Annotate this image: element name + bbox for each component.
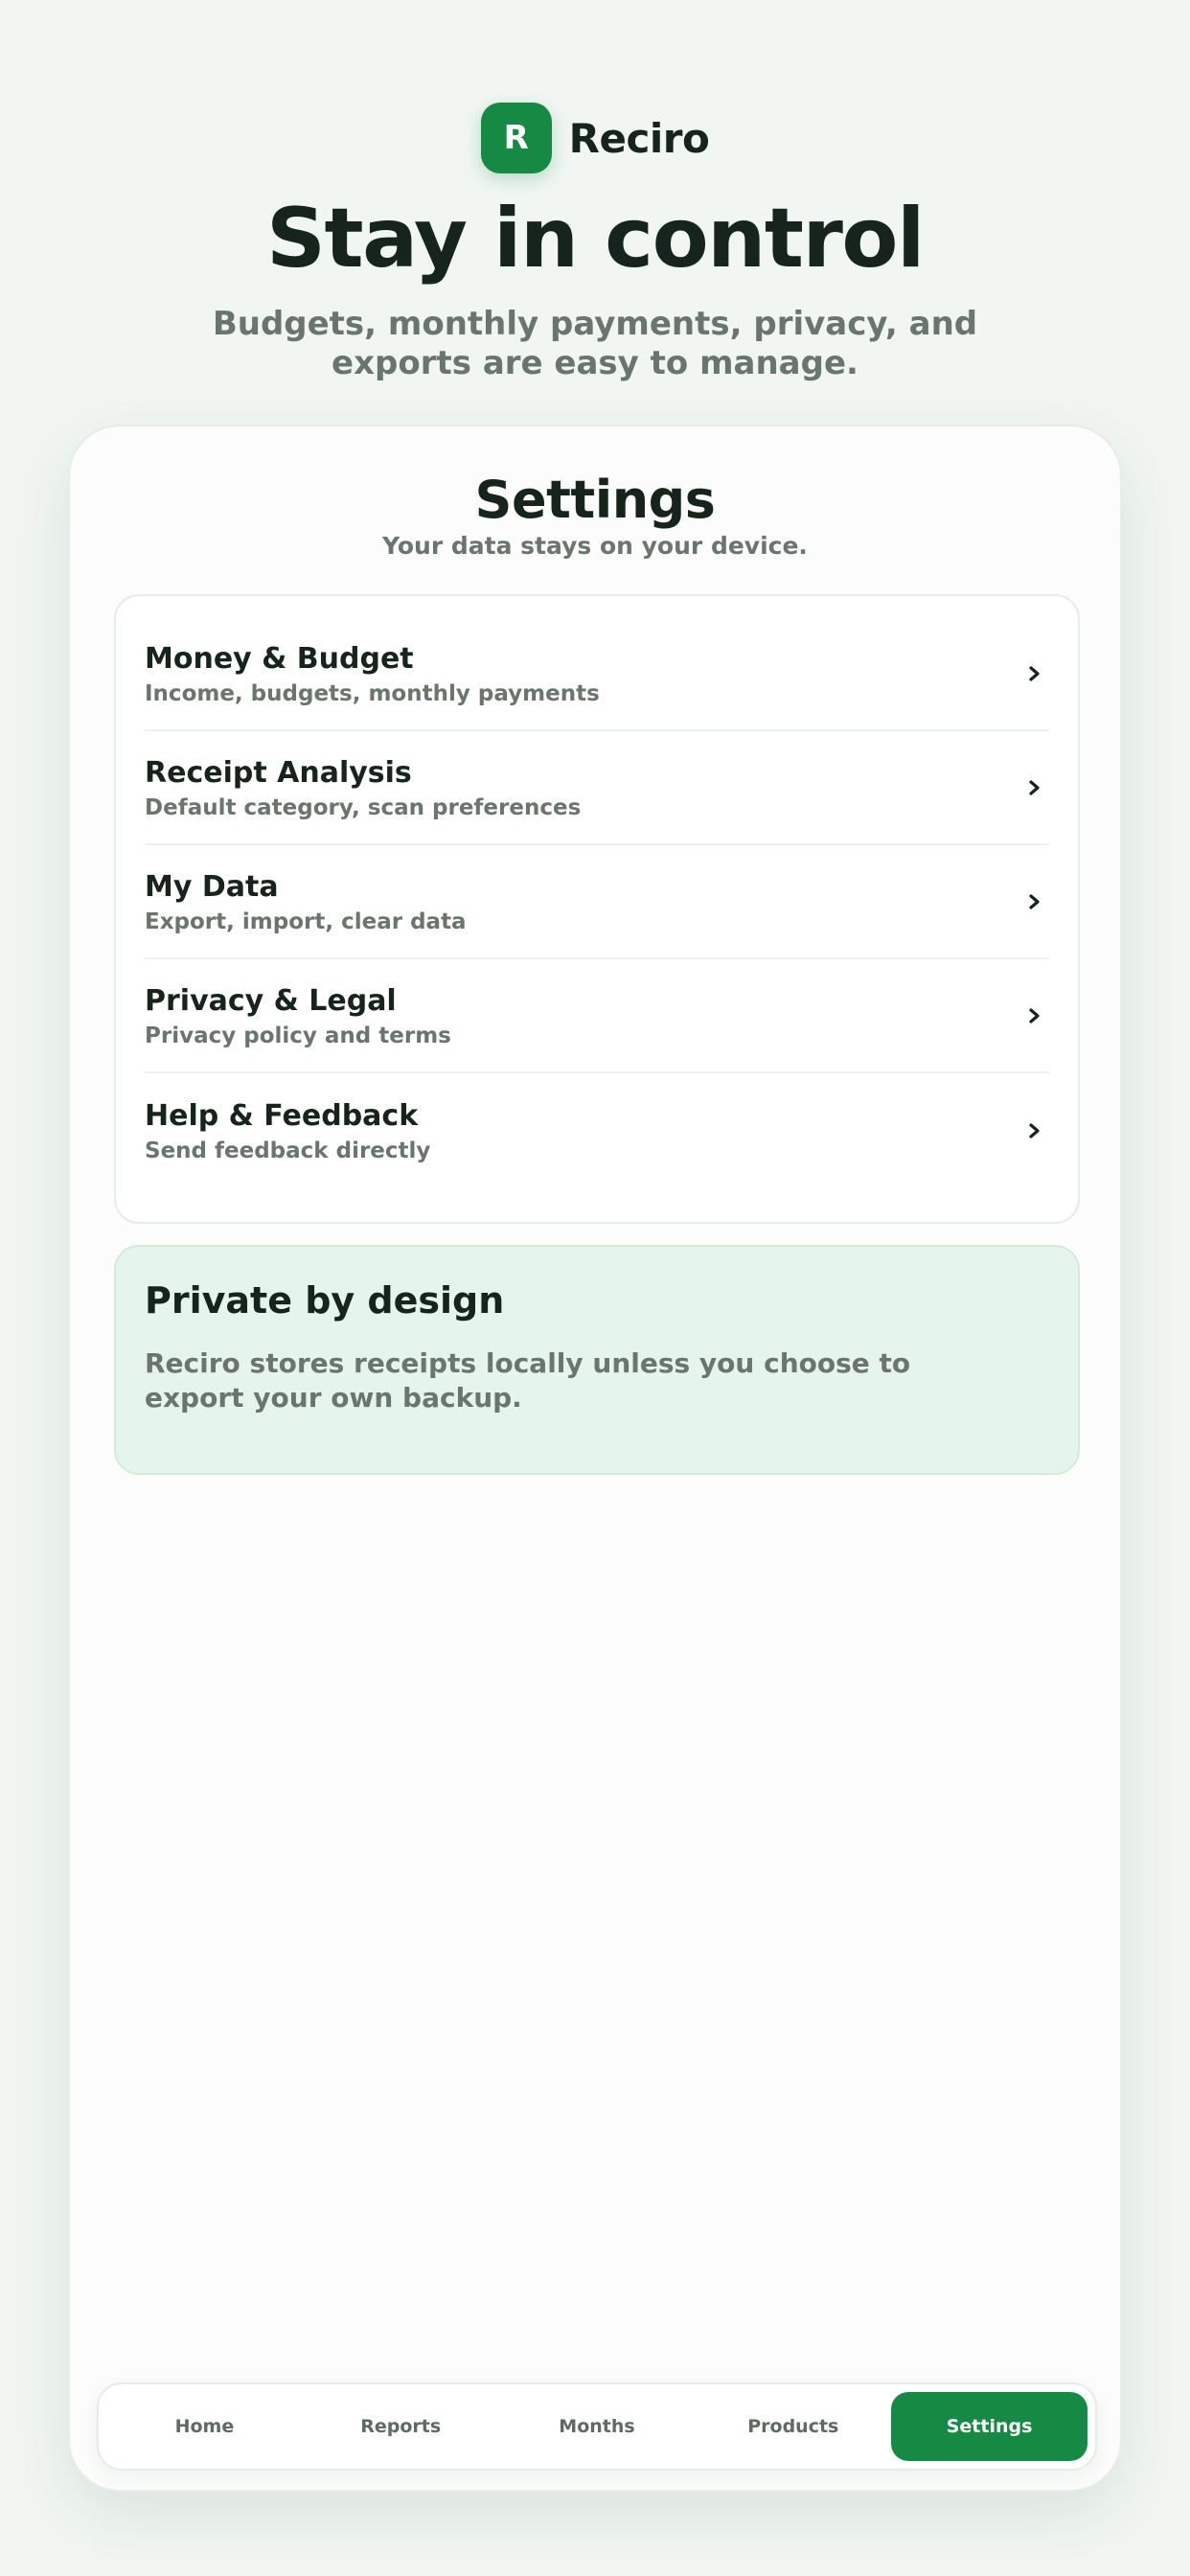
nav-item-reports[interactable]: Reports [303, 2392, 499, 2461]
private-by-design-panel: Private by design Reciro stores receipts… [114, 1245, 1080, 1475]
page-title: Settings [474, 470, 716, 530]
chevron-right-icon [1024, 1120, 1045, 1141]
settings-item-description: Export, import, clear data [145, 909, 467, 934]
settings-item-description: Income, budgets, monthly payments [145, 681, 600, 706]
settings-item-privacy-legal[interactable]: Privacy & Legal Privacy policy and terms [145, 959, 1049, 1073]
settings-item-title: Money & Budget [145, 642, 414, 676]
bottom-nav: Home Reports Months Products Settings [97, 2382, 1097, 2471]
page-subtitle: Your data stays on your device. [382, 532, 808, 560]
private-panel-title: Private by design [145, 1279, 505, 1322]
settings-item-my-data[interactable]: My Data Export, import, clear data [145, 845, 1049, 959]
nav-item-products[interactable]: Products [695, 2392, 891, 2461]
chevron-right-icon [1024, 777, 1045, 798]
app-logo: R [480, 103, 552, 173]
settings-item-description: Send feedback directly [145, 1138, 431, 1163]
nav-item-home[interactable]: Home [106, 2392, 303, 2461]
private-panel-text: Reciro stores receipts locally unless yo… [145, 1347, 911, 1414]
app-name: Reciro [568, 114, 710, 162]
nav-item-months[interactable]: Months [499, 2392, 696, 2461]
settings-item-title: Help & Feedback [145, 1099, 419, 1133]
settings-item-money-budget[interactable]: Money & Budget Income, budgets, monthly … [145, 617, 1049, 731]
settings-list: Money & Budget Income, budgets, monthly … [114, 594, 1080, 1224]
settings-item-title: My Data [145, 870, 279, 904]
phone-screen: Settings Your data stays on your device.… [68, 425, 1122, 2492]
brand-header: R Reciro [0, 103, 1190, 173]
hero-subtitle: Budgets, monthly payments, privacy, and … [212, 305, 978, 383]
nav-item-settings[interactable]: Settings [891, 2392, 1087, 2461]
settings-item-description: Default category, scan preferences [145, 795, 582, 820]
hero-title: Stay in control [266, 191, 925, 287]
settings-item-title: Privacy & Legal [145, 984, 397, 1018]
chevron-right-icon [1024, 663, 1045, 684]
chevron-right-icon [1024, 891, 1045, 912]
settings-item-title: Receipt Analysis [145, 756, 412, 790]
page: R Reciro Stay in control Budgets, monthl… [0, 0, 1190, 2576]
settings-item-help-feedback[interactable]: Help & Feedback Send feedback directly [145, 1073, 1049, 1187]
settings-item-receipt-analysis[interactable]: Receipt Analysis Default category, scan … [145, 731, 1049, 845]
chevron-right-icon [1024, 1005, 1045, 1026]
settings-item-description: Privacy policy and terms [145, 1024, 451, 1048]
